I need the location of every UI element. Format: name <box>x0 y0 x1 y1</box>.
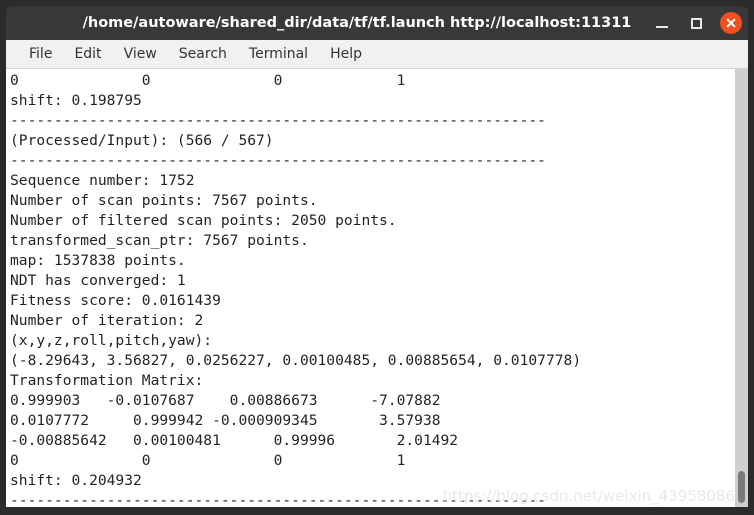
menu-item-help[interactable]: Help <box>319 40 373 68</box>
terminal-output[interactable]: 0 0 0 1 shift: 0.198795 ----------------… <box>6 69 735 507</box>
minimize-icon[interactable] <box>652 13 672 33</box>
terminal-line: shift: 0.204932 <box>10 472 142 489</box>
terminal-line: shift: 0.198795 <box>10 92 142 109</box>
terminal-line: transformed_scan_ptr: 7567 points. <box>10 232 309 249</box>
menu-item-edit[interactable]: Edit <box>63 40 112 68</box>
terminal-line: Transformation Matrix: <box>10 372 204 389</box>
terminal-line: 0 0 0 1 <box>10 72 406 89</box>
terminal-line: 0 0 0 1 <box>10 452 406 469</box>
terminal-line: (x,y,z,roll,pitch,yaw): <box>10 332 213 349</box>
terminal-area: 0 0 0 1 shift: 0.198795 ----------------… <box>6 69 748 507</box>
terminal-line: map: 1537838 points. <box>10 252 186 269</box>
menu-item-search[interactable]: Search <box>168 40 238 68</box>
menu-item-terminal[interactable]: Terminal <box>238 40 319 68</box>
terminal-line: Number of iteration: 2 <box>10 312 204 329</box>
terminal-scrollbar[interactable] <box>735 69 748 507</box>
terminal-line: (-8.29643, 3.56827, 0.0256227, 0.0010048… <box>10 352 582 369</box>
terminal-line: Fitness score: 0.0161439 <box>10 292 221 309</box>
terminal-line: ----------------------------------------… <box>10 152 546 169</box>
menu-item-file[interactable]: File <box>18 40 63 68</box>
close-icon[interactable] <box>720 12 742 34</box>
terminal-line: Number of filtered scan points: 2050 poi… <box>10 212 397 229</box>
terminal-line: ----------------------------------------… <box>10 112 546 129</box>
terminal-line: 0.999903 -0.0107687 0.00886673 -7.07882 <box>10 392 441 409</box>
terminal-window: /home/autoware/shared_dir/data/tf/tf.lau… <box>0 0 754 515</box>
terminal-line: Sequence number: 1752 <box>10 172 195 189</box>
terminal-line: Number of scan points: 7567 points. <box>10 192 318 209</box>
terminal-line: NDT has converged: 1 <box>10 272 186 289</box>
maximize-icon[interactable] <box>686 13 706 33</box>
terminal-line: ----------------------------------------… <box>10 492 546 507</box>
terminal-line: -0.00885642 0.00100481 0.99996 2.01492 <box>10 432 459 449</box>
menu-item-view[interactable]: View <box>113 40 168 68</box>
terminal-line: (Processed/Input): (566 / 567) <box>10 132 274 149</box>
menu-bar: File Edit View Search Terminal Help <box>6 40 748 69</box>
window-title: /home/autoware/shared_dir/data/tf/tf.lau… <box>82 15 632 31</box>
window-controls <box>652 6 742 40</box>
terminal-line: 0.0107772 0.999942 -0.000909345 3.57938 <box>10 412 441 429</box>
title-bar[interactable]: /home/autoware/shared_dir/data/tf/tf.lau… <box>6 6 748 40</box>
scrollbar-thumb[interactable] <box>738 471 745 503</box>
